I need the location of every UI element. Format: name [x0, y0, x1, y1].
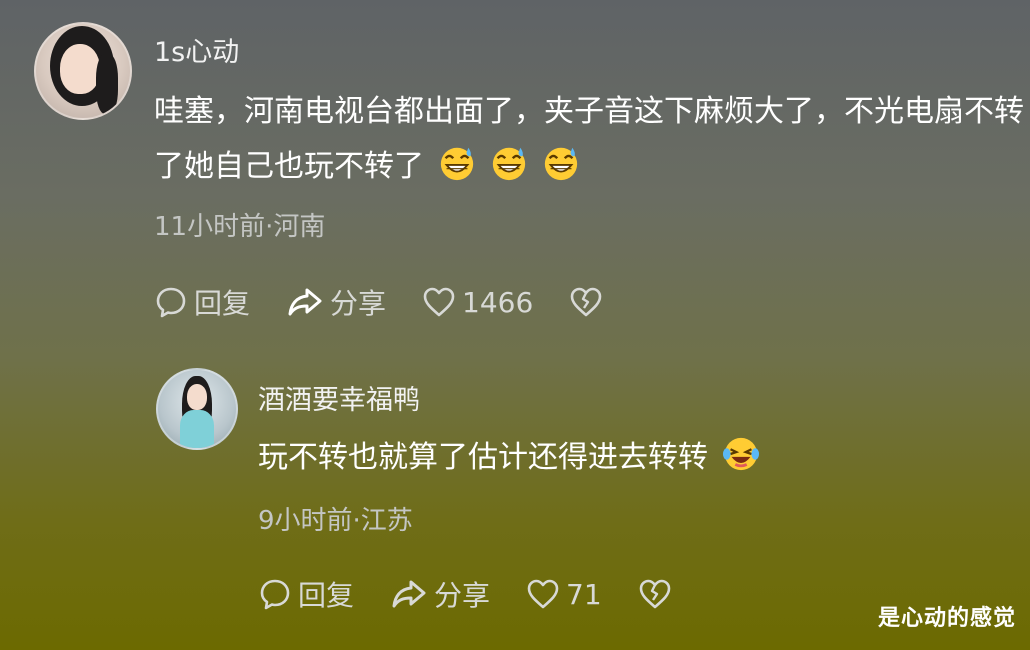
broken-heart-icon [570, 287, 602, 317]
share-arrow-icon [392, 580, 426, 608]
watermark: 是心动的感觉 [877, 606, 1016, 631]
reply-label: 回复 [194, 287, 251, 320]
reply-label: 回复 [298, 579, 355, 612]
like-button[interactable]: 71 [526, 578, 602, 611]
reply-button[interactable]: 回复 [154, 282, 250, 322]
comment-text: 玩不转也就算了估计还得进去转转 [258, 430, 1018, 491]
heart-icon [527, 579, 559, 609]
reply-button[interactable]: 回复 [258, 574, 354, 614]
like-count: 1466 [462, 285, 534, 319]
reply-bubble-icon [156, 287, 186, 318]
like-count: 71 [566, 577, 602, 611]
comment-text: 哇塞，河南电视台都出面了，夹子音这下麻烦大了，不光电扇不转了她自己也玩不转了 [154, 84, 1024, 200]
comment-text-content: 哇塞，河南电视台都出面了，夹子音这下麻烦大了，不光电扇不转了她自己也玩不转了 [154, 94, 1024, 184]
broken-heart-icon [639, 579, 670, 609]
like-button[interactable]: 1466 [422, 286, 533, 319]
comment-text-content: 玩不转也就算了估计还得进去转转 [258, 440, 708, 475]
username[interactable]: 1s心动 [154, 30, 239, 69]
reply-bubble-icon [260, 579, 290, 610]
action-bar: 回复 分享 1466 [154, 282, 645, 322]
action-bar: 回复 分享 71 [258, 574, 714, 614]
grinning-sweat-emoji [438, 144, 476, 200]
avatar[interactable] [156, 368, 238, 450]
comment-meta: 11小时前·河南 [154, 212, 326, 242]
share-label: 分享 [330, 287, 387, 320]
laughing-tears-emoji [722, 435, 760, 491]
share-button[interactable]: 分享 [286, 282, 386, 322]
share-button[interactable]: 分享 [390, 574, 490, 614]
dislike-button[interactable] [569, 286, 609, 318]
avatar[interactable] [34, 22, 132, 120]
username[interactable]: 酒酒要幸福鸭 [258, 378, 420, 417]
grinning-sweat-emoji [542, 144, 580, 200]
grinning-sweat-emoji [490, 144, 528, 200]
comment-meta: 9小时前·江苏 [258, 506, 413, 536]
dislike-button[interactable] [638, 578, 678, 610]
share-arrow-icon [288, 288, 322, 316]
share-label: 分享 [434, 579, 491, 612]
heart-icon [423, 287, 455, 317]
